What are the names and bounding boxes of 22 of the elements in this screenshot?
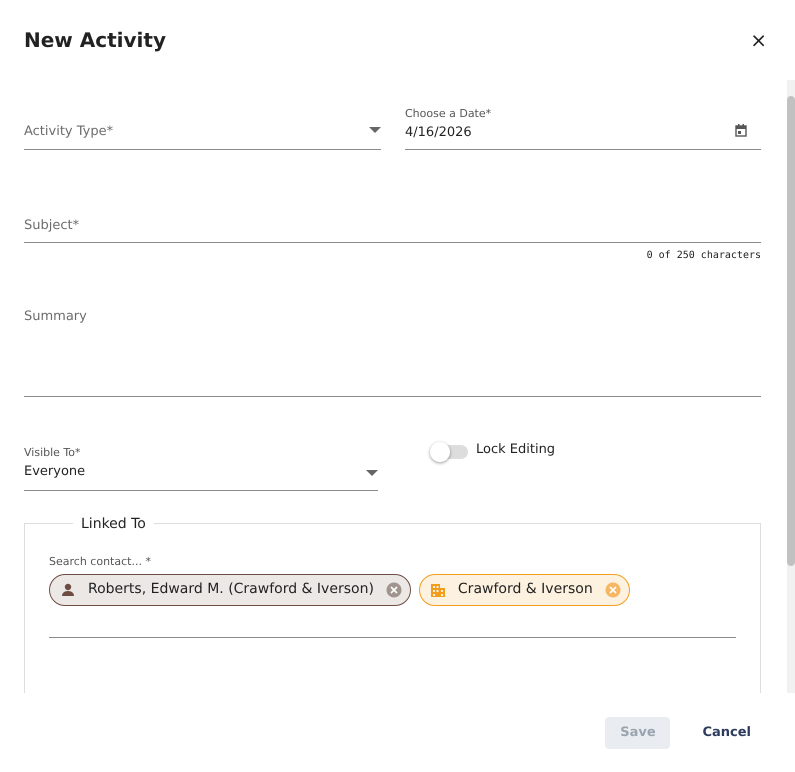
person-icon: [60, 582, 76, 598]
character-counter: 0 of 250 characters: [646, 250, 761, 261]
calendar-icon: [735, 124, 747, 137]
cancel-button[interactable]: Cancel: [694, 716, 759, 748]
contact-search-field[interactable]: Search contact... * Roberts, Edward M. (Crawford & Iverson) Crawford & Iverson: [49, 554, 736, 638]
subject-field[interactable]: Subject*: [24, 216, 761, 243]
contact-chip[interactable]: Roberts, Edward M. (Crawford & Iverson): [49, 574, 411, 606]
caret-icon: [369, 127, 381, 133]
date-field[interactable]: Choose a Date* 4/16/2026: [405, 106, 761, 150]
remove-icon[interactable]: [604, 582, 621, 598]
dialog-title: New Activity: [24, 28, 166, 52]
summary-field[interactable]: Summary: [24, 307, 761, 397]
visible-to-dropdown[interactable]: Visible To* Everyone: [24, 445, 378, 491]
toggle-switch[interactable]: [432, 445, 468, 459]
close-button[interactable]: ×: [746, 30, 771, 50]
activity-type-dropdown[interactable]: Activity Type*: [24, 106, 381, 150]
caret-icon: [366, 470, 378, 476]
contact-chip[interactable]: Crawford & Iverson: [418, 574, 630, 606]
building-icon: [430, 582, 446, 598]
remove-icon[interactable]: [386, 582, 402, 598]
scrollbar[interactable]: [787, 80, 795, 693]
toggle-label: Lock Editing: [476, 441, 556, 459]
